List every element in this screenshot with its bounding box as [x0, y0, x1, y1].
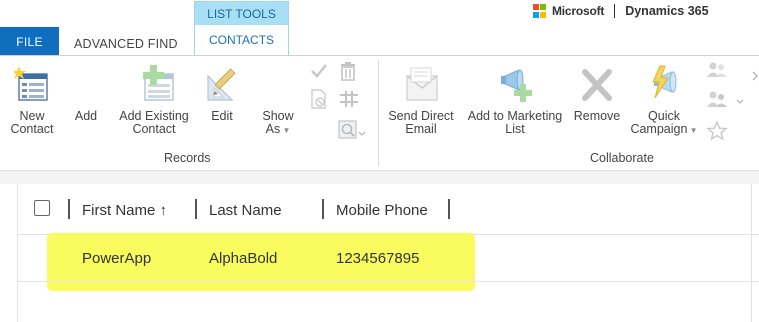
remove-label: Remove [573, 109, 621, 123]
detect-duplicates-icon[interactable] [338, 120, 366, 145]
new-contact-button[interactable]: New Contact [10, 64, 54, 136]
edit-label: Edit [211, 109, 233, 123]
select-all-checkbox[interactable] [34, 200, 50, 216]
add-existing-contact-button[interactable]: Add Existing Contact [114, 64, 194, 136]
send-direct-email-icon [403, 64, 439, 104]
add-label: Add [74, 109, 98, 123]
ribbon-overflow-icon[interactable] [752, 68, 758, 86]
cell-mobile-phone: 1234567895 [336, 250, 420, 267]
brand-product[interactable]: Dynamics 365 [625, 4, 708, 18]
merge-icon[interactable] [339, 90, 359, 113]
show-as-dropdown-icon: ▼ [280, 126, 291, 135]
column-separator[interactable] [195, 199, 197, 219]
list-tools-context-group: LIST TOOLS CONTACTS [194, 1, 289, 55]
column-separator[interactable] [448, 199, 450, 219]
quick-campaign-label: Quick Campaign ▼ [630, 109, 698, 136]
advanced-find-tab[interactable]: ADVANCED FIND [66, 33, 186, 55]
add-to-marketing-list-label: Add to Marketing List [467, 109, 563, 136]
cell-first-name[interactable]: PowerApp [82, 250, 151, 267]
column-header-last-name[interactable]: Last Name [209, 202, 282, 219]
share-icon[interactable] [706, 90, 746, 115]
sort-ascending-icon: ↑ [159, 202, 168, 219]
brand-bar: Microsoft Dynamics 365 [533, 3, 709, 19]
remove-icon [579, 64, 615, 104]
microsoft-logo-icon [533, 4, 547, 18]
edit-icon [204, 64, 240, 104]
follow-star-icon[interactable] [706, 120, 728, 147]
ribbon-group-separator [378, 60, 379, 166]
add-existing-contact-label: Add Existing Contact [119, 109, 189, 136]
grid-scroll-divider [751, 184, 752, 322]
ribbon: New Contact Add Add Existing Contact Edi… [0, 56, 759, 170]
column-header-first-name[interactable]: First Name ↑ [82, 202, 167, 219]
assign-icon[interactable] [706, 61, 728, 84]
edit-button[interactable]: Edit [203, 64, 241, 123]
deactivate-icon[interactable] [310, 89, 328, 114]
send-direct-email-button[interactable]: Send Direct Email [386, 64, 456, 136]
add-to-marketing-list-icon [497, 64, 533, 104]
contacts-tab[interactable]: CONTACTS [195, 25, 288, 55]
column-header-mobile-phone[interactable]: Mobile Phone [336, 202, 428, 219]
activate-icon[interactable] [310, 62, 328, 85]
column-separator[interactable] [68, 199, 70, 219]
contacts-grid: First Name ↑ Last Name Mobile Phone Powe… [17, 184, 759, 322]
show-as-label: Show As ▼ [262, 109, 294, 136]
add-button[interactable]: Add [70, 110, 102, 123]
delete-icon[interactable] [339, 61, 357, 86]
top-tab-bar: FILE ADVANCED FIND LIST TOOLS CONTACTS M… [0, 0, 759, 56]
file-tab[interactable]: FILE [0, 27, 59, 56]
column-separator[interactable] [322, 199, 324, 219]
quick-campaign-icon [646, 64, 682, 104]
ribbon-bottom-band [0, 170, 759, 184]
brand-company: Microsoft [552, 4, 605, 18]
brand-divider [614, 4, 616, 18]
quick-campaign-dropdown-icon: ▼ [687, 126, 698, 135]
collaborate-group-label: Collaborate [590, 151, 654, 165]
new-contact-icon [12, 64, 50, 104]
add-to-marketing-list-button[interactable]: Add to Marketing List [460, 64, 570, 136]
send-direct-email-label: Send Direct Email [388, 109, 454, 136]
remove-button[interactable]: Remove [571, 64, 623, 123]
list-tools-header: LIST TOOLS [195, 2, 288, 25]
cell-last-name: AlphaBold [209, 250, 278, 267]
grid-header: First Name ↑ Last Name Mobile Phone [18, 184, 759, 235]
records-group-label: Records [164, 151, 211, 165]
quick-campaign-button[interactable]: Quick Campaign ▼ [625, 64, 703, 137]
new-contact-label: New Contact [10, 109, 54, 136]
show-as-button[interactable]: Show As ▼ [256, 110, 300, 137]
add-existing-contact-icon [136, 64, 174, 104]
